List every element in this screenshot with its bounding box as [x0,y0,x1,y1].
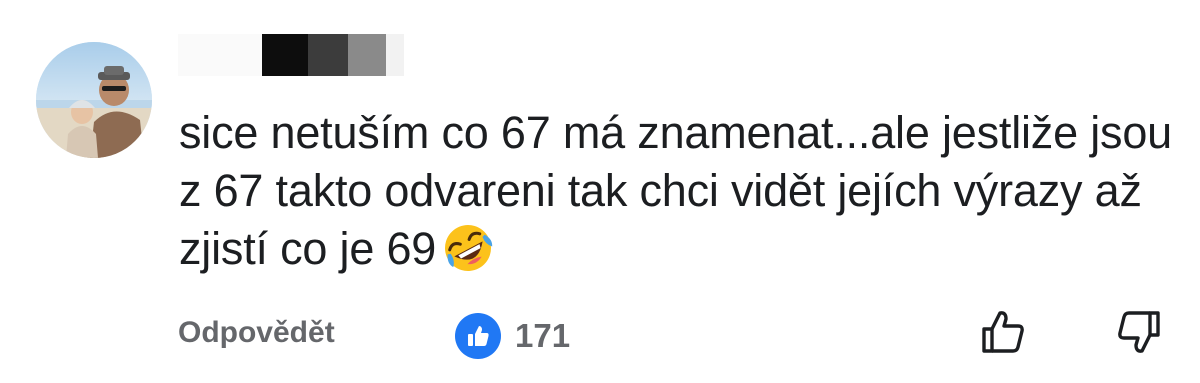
thumbs-up-outline-icon [982,311,1024,353]
rolling-on-floor-laughing-icon [442,222,494,274]
comment-body: sice netuším co 67 má znamenat...ale jes… [179,104,1179,278]
reaction-summary[interactable]: 171 [455,313,570,359]
avatar[interactable] [36,42,152,158]
reaction-count: 171 [515,317,571,354]
comment: sice netuším co 67 má znamenat...ale jes… [0,0,1200,383]
downvote-button[interactable] [1114,307,1164,357]
author-name-redacted [178,34,404,76]
reply-button[interactable]: Odpovědět [178,316,335,350]
comment-text: sice netuším co 67 má znamenat...ale jes… [179,107,1172,274]
thumbs-down-outline-icon [1118,311,1160,353]
thumbs-up-icon [455,313,501,359]
upvote-button[interactable] [978,307,1028,357]
